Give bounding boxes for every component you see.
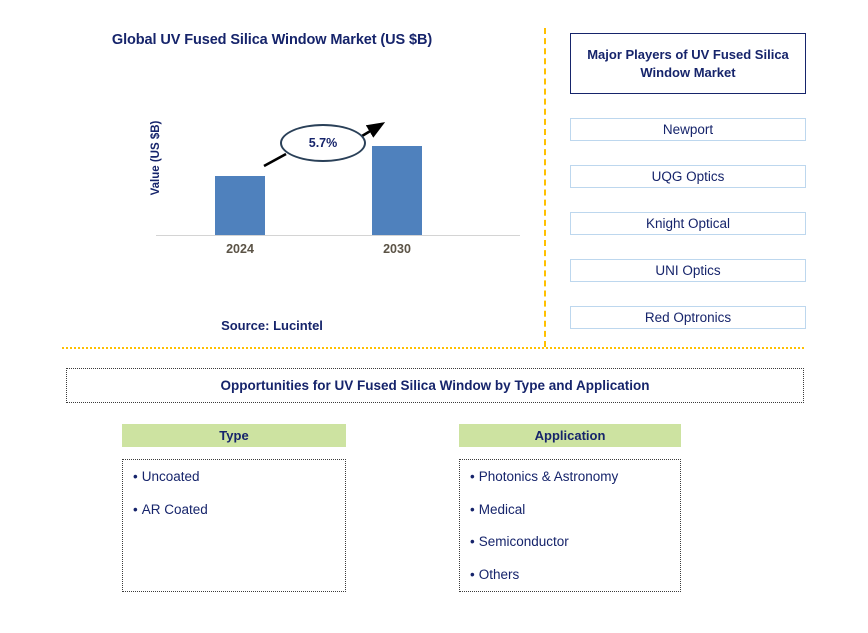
list-item: • Others [470,566,676,582]
list-item-label: Semiconductor [478,534,569,549]
list-item-label: Uncoated [141,469,200,484]
bullet-icon: • [470,469,475,484]
player-item-red-optronics: Red Optronics [570,306,806,329]
vertical-divider [544,28,546,347]
list-item: • Uncoated [133,470,341,484]
player-item-uni-optics: UNI Optics [570,259,806,282]
market-chart-panel: Global UV Fused Silica Window Market (US… [0,0,544,347]
list-item: • Photonics & Astronomy [470,470,676,484]
bullet-icon: • [133,469,138,484]
list-item-label: Photonics & Astronomy [478,469,619,484]
bullet-icon: • [470,566,475,582]
x-tick-2024: 2024 [226,242,254,256]
player-item-uqg-optics: UQG Optics [570,165,806,188]
list-item: • Medical [470,501,676,517]
opportunities-banner: Opportunities for UV Fused Silica Window… [66,368,804,403]
type-column: Type • Uncoated • AR Coated [122,424,346,592]
x-tick-2030: 2030 [383,242,411,256]
horizontal-divider [62,347,804,349]
y-axis-label: Value (US $B) [150,120,162,196]
bullet-icon: • [133,501,138,517]
application-column: Application • Photonics & Astronomy • Medi… [459,424,681,592]
type-list: • Uncoated • AR Coated [122,459,346,592]
chart-plot-area: Value (US $B) 2024 2030 5.7% [150,118,520,256]
application-header: Application [459,424,681,447]
major-players-header: Major Players of UV Fused Silica Window … [570,33,806,94]
major-players-panel: Major Players of UV Fused Silica Window … [570,33,806,329]
list-item: • AR Coated [133,501,341,517]
cagr-callout: 5.7% [263,122,386,172]
list-item-label: Others [478,566,520,582]
cagr-value: 5.7% [308,136,338,150]
type-header: Type [122,424,346,447]
player-item-knight-optical: Knight Optical [570,212,806,235]
application-list: • Photonics & Astronomy • Medical • Semicon… [459,459,681,592]
list-item: • Semiconductor [470,535,676,549]
list-item-label: Medical [478,501,526,517]
chart-title: Global UV Fused Silica Window Market (US… [111,32,433,48]
x-axis-line [156,235,520,236]
source-label: Source: Lucintel [221,318,323,333]
player-item-newport: Newport [570,118,806,141]
list-item-label: AR Coated [141,501,208,517]
bullet-icon: • [470,501,475,517]
bar-2024 [215,176,265,235]
bullet-icon: • [470,534,475,549]
